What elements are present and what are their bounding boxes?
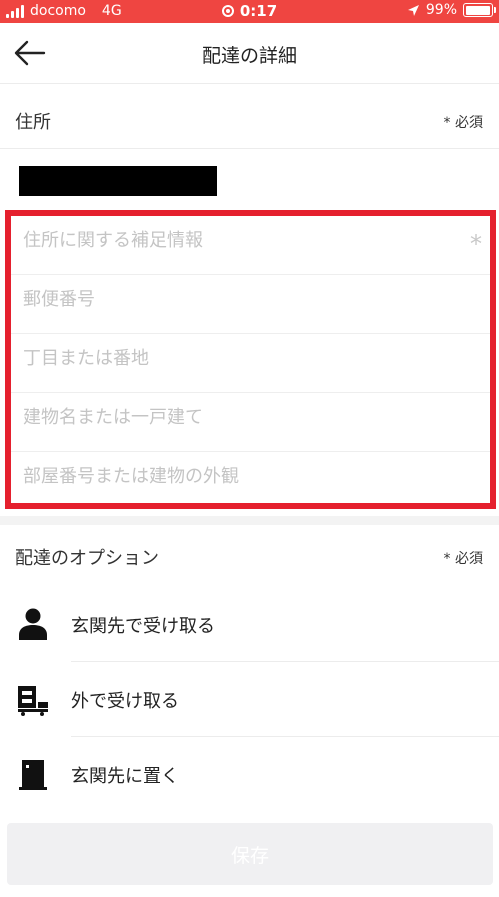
nav-divider [0, 83, 499, 84]
address-section-header: 住所 * 必須 [0, 92, 499, 152]
option-label: 外で受け取る [71, 691, 179, 712]
option-leave-at-door[interactable]: 玄関先に置く [0, 737, 499, 811]
door-icon [19, 760, 47, 790]
options-required-note: * 必須 [443, 551, 483, 567]
address-required-note: * 必須 [443, 115, 483, 131]
highlight-outline [5, 210, 496, 509]
option-label: 玄関先に置く [71, 766, 179, 787]
address-section-label: 住所 [15, 112, 51, 133]
section-gap [0, 516, 499, 525]
clock: 0:17 [239, 2, 278, 20]
location-arrow-icon [407, 4, 419, 16]
status-bar: docomo 4G 0:17 99% [0, 0, 499, 23]
address-divider [0, 148, 499, 149]
options-section-header: 配達のオプション * 必須 [0, 528, 499, 588]
delivery-cart-icon [18, 686, 48, 716]
option-label: 玄関先で受け取る [71, 616, 215, 637]
status-bar-right: 99% [407, 2, 496, 18]
battery-icon [463, 3, 496, 17]
nav-bar: 配達の詳細 [0, 23, 499, 83]
person-icon [19, 608, 47, 640]
options-section-label: 配達のオプション [15, 548, 159, 569]
battery-percent: 99% [425, 2, 457, 18]
save-button[interactable]: 保存 [7, 823, 493, 885]
option-meet-outside[interactable]: 外で受け取る [0, 662, 499, 736]
redacted-address [19, 166, 217, 196]
battery-fill [465, 5, 491, 15]
orientation-lock-icon [221, 5, 234, 17]
option-meet-at-door[interactable]: 玄関先で受け取る [0, 587, 499, 661]
page-title: 配達の詳細 [201, 45, 297, 67]
